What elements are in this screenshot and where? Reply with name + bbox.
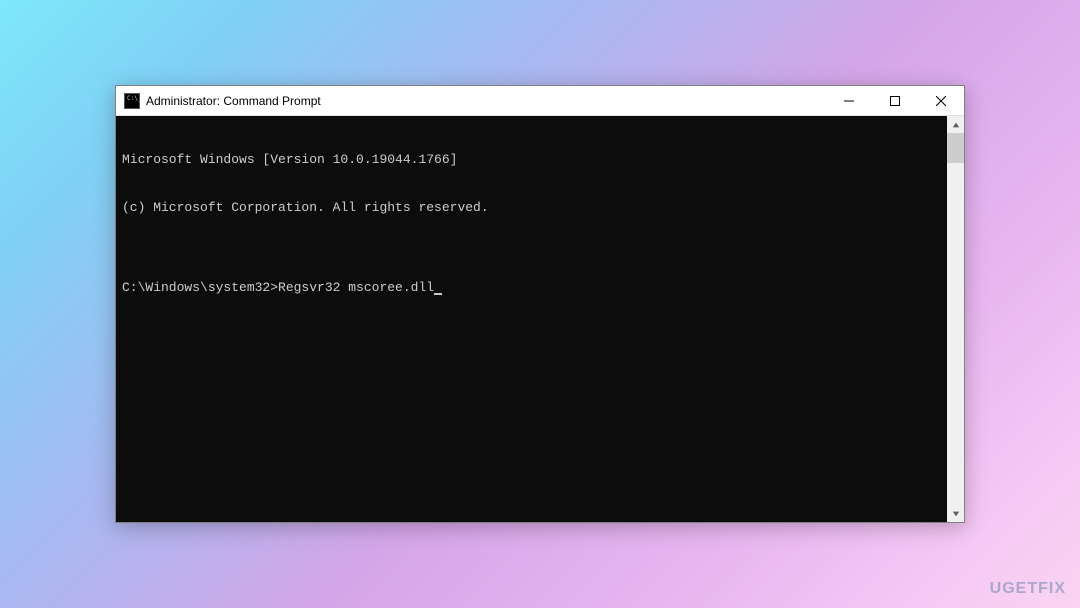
terminal-content[interactable]: Microsoft Windows [Version 10.0.19044.17… bbox=[116, 116, 947, 522]
cmd-icon bbox=[124, 93, 140, 109]
maximize-button[interactable] bbox=[872, 86, 918, 115]
scrollbar[interactable] bbox=[947, 116, 964, 522]
terminal-command: Regsvr32 mscoree.dll bbox=[278, 280, 434, 296]
scroll-thumb[interactable] bbox=[947, 133, 964, 163]
titlebar[interactable]: Administrator: Command Prompt bbox=[116, 86, 964, 116]
scroll-up-button[interactable] bbox=[947, 116, 964, 133]
chevron-up-icon bbox=[952, 121, 960, 129]
terminal-output-line: (c) Microsoft Corporation. All rights re… bbox=[122, 200, 941, 216]
window-title: Administrator: Command Prompt bbox=[146, 94, 826, 108]
scroll-track[interactable] bbox=[947, 133, 964, 505]
terminal-area[interactable]: Microsoft Windows [Version 10.0.19044.17… bbox=[116, 116, 964, 522]
watermark-logo: UGETFIX bbox=[990, 580, 1066, 598]
window-controls bbox=[826, 86, 964, 115]
terminal-prompt-line: C:\Windows\system32>Regsvr32 mscoree.dll bbox=[122, 280, 941, 296]
minimize-button[interactable] bbox=[826, 86, 872, 115]
maximize-icon bbox=[890, 96, 900, 106]
terminal-output-line: Microsoft Windows [Version 10.0.19044.17… bbox=[122, 152, 941, 168]
terminal-cursor bbox=[434, 293, 442, 295]
close-button[interactable] bbox=[918, 86, 964, 115]
scroll-down-button[interactable] bbox=[947, 505, 964, 522]
terminal-prompt: C:\Windows\system32> bbox=[122, 280, 278, 296]
chevron-down-icon bbox=[952, 510, 960, 518]
command-prompt-window: Administrator: Command Prompt Microsoft … bbox=[115, 85, 965, 523]
close-icon bbox=[936, 96, 946, 106]
minimize-icon bbox=[844, 96, 854, 106]
